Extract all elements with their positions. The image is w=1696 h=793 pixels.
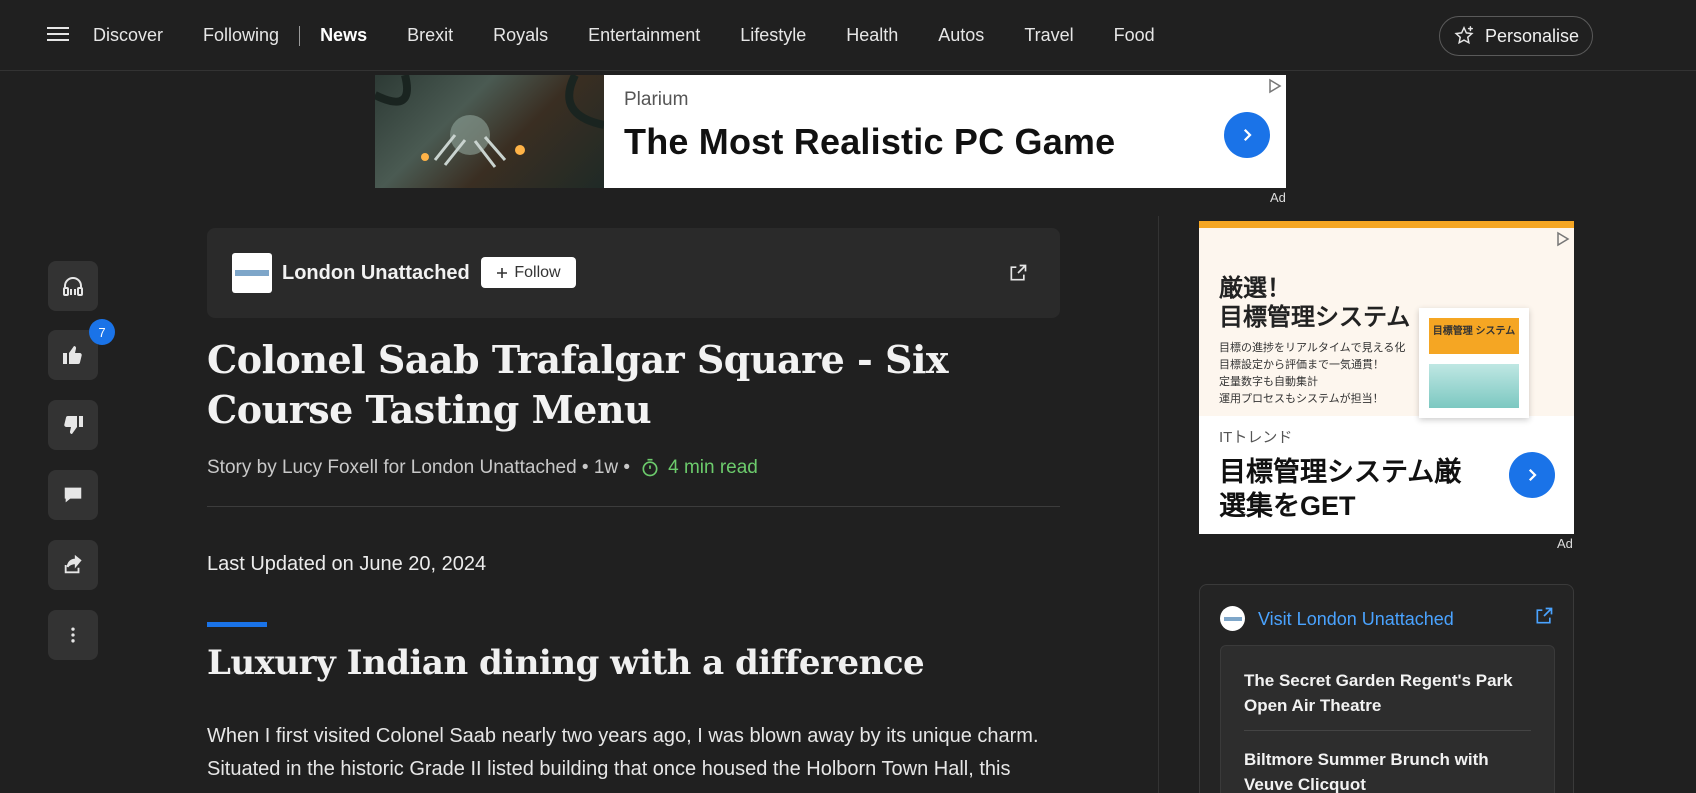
dislike-button[interactable]	[48, 400, 98, 450]
nav-divider	[299, 25, 301, 46]
share-icon	[64, 554, 82, 574]
nav-item-brexit[interactable]: Brexit	[407, 25, 453, 46]
publisher-story-list: The Secret Garden Regent's Park Open Air…	[1220, 645, 1555, 793]
side-ad-arrow-button[interactable]	[1509, 452, 1555, 498]
nav-item-news[interactable]: News	[320, 25, 367, 46]
listen-button[interactable]	[48, 261, 98, 311]
byline-divider	[207, 506, 1060, 507]
headphones-icon	[63, 277, 83, 296]
publisher-bar: London Unattached Follow	[207, 228, 1060, 318]
ad-label: Ad	[1270, 190, 1286, 205]
comment-button[interactable]	[48, 470, 98, 520]
side-ad-title: 目標管理システム厳選集をGET	[1219, 457, 1462, 521]
chevron-right-icon	[1243, 128, 1252, 142]
more-options-button[interactable]	[48, 610, 98, 660]
stopwatch-icon	[642, 458, 658, 477]
external-link-icon[interactable]	[1534, 606, 1554, 626]
side-ad-card-title: 目標管理 システム	[1429, 318, 1519, 354]
side-ad-text: ITトレンド 目標管理システム厳選集をGET	[1199, 416, 1574, 533]
adchoices-icon[interactable]	[1267, 78, 1283, 94]
adchoices-icon[interactable]	[1555, 231, 1571, 247]
publisher-logo-small	[1220, 606, 1245, 631]
nav-links: Discover Following News Brexit Royals En…	[93, 0, 1195, 71]
more-vertical-icon	[71, 627, 75, 643]
nav-item-travel[interactable]: Travel	[1024, 25, 1073, 46]
top-banner-ad[interactable]: Plarium The Most Realistic PC Game	[375, 75, 1286, 188]
publisher-name[interactable]: London Unattached	[282, 262, 470, 285]
last-updated: Last Updated on June 20, 2024	[207, 553, 487, 575]
ad-title: The Most Realistic PC Game	[624, 121, 1116, 162]
thumbs-down-icon	[64, 415, 83, 435]
side-ad-label: Ad	[1557, 536, 1573, 551]
read-time: 4 min read	[640, 457, 758, 479]
section-accent-bar	[207, 622, 267, 627]
read-time-label: 4 min read	[668, 457, 758, 478]
side-ad-brand: ITトレンド	[1219, 429, 1293, 446]
plus-icon	[497, 267, 508, 278]
article-body: When I first visited Colonel Saab nearly…	[207, 725, 1039, 793]
like-count-badge: 7	[89, 319, 115, 345]
side-ad-headline-1: 厳選！	[1219, 275, 1291, 302]
nav-item-autos[interactable]: Autos	[938, 25, 984, 46]
visit-publisher-link[interactable]: Visit London Unattached	[1258, 609, 1454, 630]
sparkle-star-icon	[1454, 26, 1474, 45]
side-ad-visual: 厳選！ 目標管理システム 目標の進捗をリアルタイムで見える化 目標設定から評価ま…	[1199, 221, 1574, 418]
comment-icon	[64, 487, 82, 503]
side-ad-card: 目標管理 システム	[1419, 308, 1529, 418]
nav-item-discover[interactable]: Discover	[93, 25, 163, 46]
article-subhead: Luxury Indian dining with a difference	[207, 643, 925, 683]
share-button[interactable]	[48, 540, 98, 590]
nav-item-lifestyle[interactable]: Lifestyle	[740, 25, 806, 46]
ad-arrow-button[interactable]	[1224, 112, 1270, 158]
article-byline: Story by Lucy Foxell for London Unattach…	[207, 457, 758, 479]
menu-icon[interactable]	[47, 27, 69, 43]
follow-button[interactable]: Follow	[481, 257, 576, 288]
byline-text: Story by Lucy Foxell for London Unattach…	[207, 457, 631, 478]
nav-item-royals[interactable]: Royals	[493, 25, 548, 46]
ad-game-image	[375, 75, 604, 188]
article-headline: Colonel Saab Trafalgar Square - Six Cour…	[207, 337, 949, 432]
side-ad-card-illustration	[1429, 364, 1519, 408]
chevron-right-icon	[1528, 468, 1537, 482]
nav-item-health[interactable]: Health	[846, 25, 898, 46]
top-navigation: Discover Following News Brexit Royals En…	[0, 0, 1696, 71]
personalise-button[interactable]: Personalise	[1439, 16, 1593, 56]
list-item[interactable]: The Secret Garden Regent's Park Open Air…	[1244, 646, 1531, 731]
more-from-publisher: Visit London Unattached The Secret Garde…	[1199, 584, 1574, 793]
list-item[interactable]: Biltmore Summer Brunch with Veuve Clicqu…	[1244, 731, 1531, 793]
thumbs-up-icon	[63, 345, 82, 365]
column-divider	[1158, 216, 1159, 793]
ad-text-area: Plarium The Most Realistic PC Game	[604, 75, 1286, 188]
personalise-label: Personalise	[1484, 25, 1580, 46]
nav-item-food[interactable]: Food	[1114, 25, 1155, 46]
nav-item-entertainment[interactable]: Entertainment	[588, 25, 700, 46]
external-link-icon[interactable]	[1008, 263, 1028, 283]
follow-label: Follow	[514, 263, 561, 281]
side-ad[interactable]: 厳選！ 目標管理システム 目標の進捗をリアルタイムで見える化 目標設定から評価ま…	[1199, 221, 1574, 534]
nav-item-following[interactable]: Following	[203, 25, 279, 46]
publisher-logo[interactable]	[232, 253, 272, 293]
ad-brand: Plarium	[624, 89, 689, 110]
